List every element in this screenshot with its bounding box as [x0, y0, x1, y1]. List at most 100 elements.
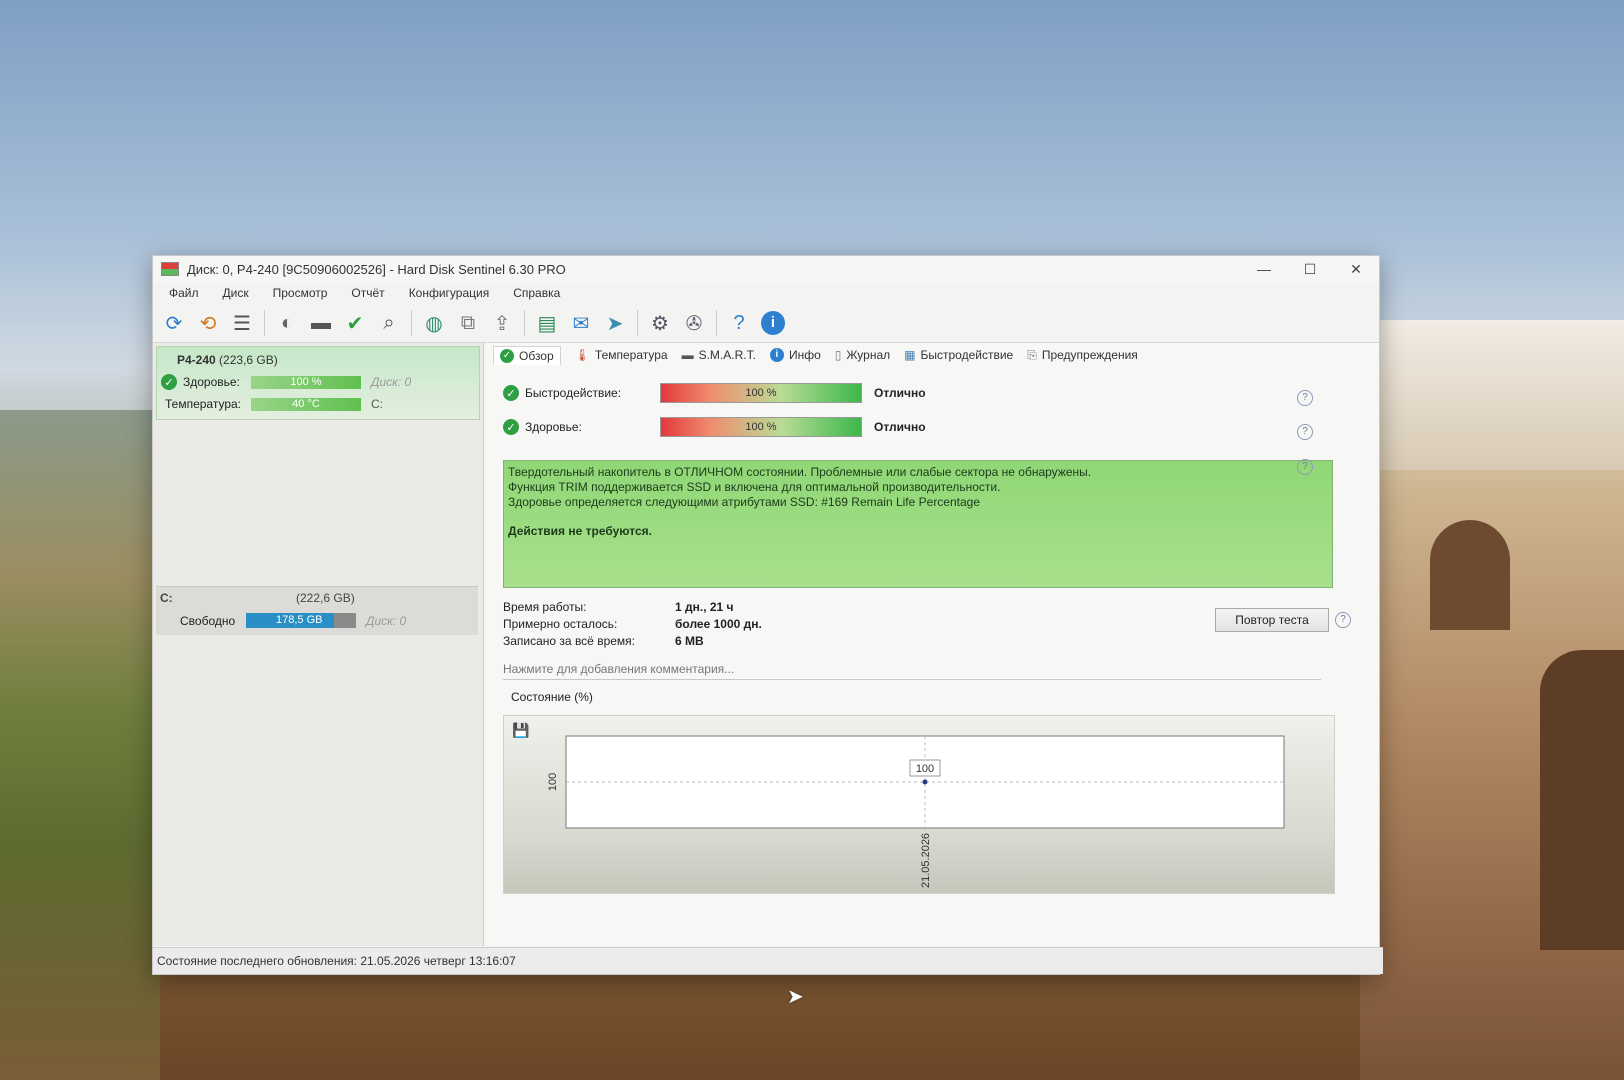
close-button[interactable]: ✕	[1333, 261, 1379, 278]
volume-header: C: (222,6 GB)	[160, 591, 355, 605]
status-line: Функция TRIM поддерживается SSD и включе…	[508, 480, 1001, 494]
disk-search-icon[interactable]: ⌕	[373, 307, 405, 339]
volume-free-row: Свободно 178,5 GB Диск: 0	[180, 613, 406, 628]
volume-free-label: Свободно	[180, 613, 236, 628]
comment-field[interactable]: Нажмите для добавления комментария...	[503, 659, 1321, 680]
tab-overview-label: Обзор	[519, 348, 554, 363]
check-icon: ✓	[500, 348, 514, 363]
performance-row: ✓ Быстродействие: 100 % Отлично	[503, 383, 926, 403]
data-point	[922, 779, 928, 785]
wallpaper-arch-large	[1540, 650, 1624, 950]
tab-temperature[interactable]: 🌡 Температура	[575, 348, 668, 362]
mouse-cursor-icon: ➤	[787, 986, 804, 1008]
tab-bar: ✓ Обзор 🌡 Температура ▬ S.M.A.R.T. i Инф…	[485, 343, 1379, 367]
uptime-value: 1 дн., 21 ч	[675, 599, 734, 614]
tab-performance[interactable]: ▦ Быстродействие	[904, 348, 1013, 362]
disk-health-label: Здоровье:	[183, 375, 240, 389]
toolbar-separator	[411, 310, 412, 336]
help-icon[interactable]: ?	[1335, 612, 1351, 628]
refresh-all-icon[interactable]: ⟲	[192, 307, 224, 339]
uptime-label: Время работы:	[503, 599, 587, 614]
menu-disk[interactable]: Диск	[211, 286, 261, 300]
tab-log[interactable]: ▯ Журнал	[835, 348, 890, 362]
retest-button[interactable]: Повтор теста	[1215, 608, 1329, 632]
title-bar[interactable]: Диск: 0, P4-240 [9C50906002526] - Hard D…	[153, 256, 1379, 282]
tab-warnings[interactable]: ⎘ Предупреждения	[1027, 348, 1138, 363]
chart-title: Состояние (%)	[511, 690, 593, 704]
globe-icon[interactable]: ◍	[418, 307, 450, 339]
help-icon[interactable]: ?	[1297, 390, 1313, 406]
app-icon	[161, 262, 179, 276]
menu-help[interactable]: Справка	[501, 286, 572, 300]
wallpaper-arch	[1430, 520, 1510, 630]
disk-temp-row: Температура: 40 °C C:	[165, 397, 383, 411]
help-icon[interactable]: ?	[1297, 424, 1313, 440]
menu-file[interactable]: Файл	[157, 286, 211, 300]
written-label: Записано за всё время:	[503, 633, 635, 648]
menu-configuration[interactable]: Конфигурация	[397, 286, 502, 300]
gear-icon[interactable]: ⚙	[644, 307, 676, 339]
menu-view[interactable]: Просмотр	[261, 286, 340, 300]
thermometer-icon: 🌡	[574, 348, 590, 362]
status-description: Твердотельный накопитель в ОТЛИЧНОМ сост…	[503, 460, 1333, 588]
performance-bar: 100 %	[660, 383, 862, 403]
health-chart-panel: 💾 100 100 21.05.2026	[503, 715, 1335, 894]
help-icon[interactable]: ?	[1297, 459, 1313, 475]
mail-icon[interactable]: ✉	[565, 307, 597, 339]
app-window: Диск: 0, P4-240 [9C50906002526] - Hard D…	[152, 255, 1383, 975]
volume-card[interactable]: C: (222,6 GB) Свободно 178,5 GB Диск: 0	[156, 586, 478, 635]
disk-list-panel: P4-240 (223,6 GB) ✓ Здоровье: 100 % Диск…	[153, 343, 484, 946]
help-icon[interactable]: ?	[723, 307, 755, 339]
wallpaper-hills	[0, 410, 160, 1080]
tab-performance-label: Быстродействие	[920, 348, 1014, 362]
settings-icon[interactable]: ✇	[678, 307, 710, 339]
tab-smart-label: S.M.A.R.T.	[698, 348, 756, 362]
disk-name: P4-240 (223,6 GB)	[177, 353, 278, 367]
volume-free-value: 178,5 GB	[276, 614, 323, 626]
details-panel: ✓ Обзор 🌡 Температура ▬ S.M.A.R.T. i Инф…	[485, 343, 1379, 946]
disk-temp-drive: C:	[371, 397, 383, 411]
minimize-button[interactable]: —	[1241, 261, 1287, 277]
disk-health-disk: Диск: 0	[371, 375, 412, 389]
health-bar: 100 %	[660, 417, 862, 437]
disk-health-bar: 100 %	[251, 375, 361, 389]
network-icon[interactable]: ⧉	[452, 307, 484, 339]
written-row: Записано за всё время: 6 MB	[503, 632, 762, 649]
remaining-label: Примерно осталось:	[503, 616, 618, 631]
disk-icon[interactable]: ◐	[271, 307, 303, 339]
maximize-button[interactable]: ☐	[1287, 261, 1333, 278]
refresh-icon[interactable]: ⟳	[158, 307, 190, 339]
health-label: Здоровье:	[525, 420, 582, 434]
written-value: 6 MB	[675, 633, 704, 648]
x-tick-label: 21.05.2026	[920, 833, 932, 888]
performance-grade: Отлично	[874, 386, 926, 400]
tab-temperature-label: Температура	[594, 348, 668, 362]
disk-card[interactable]: P4-240 (223,6 GB) ✓ Здоровье: 100 % Диск…	[156, 346, 480, 420]
disk-temp-bar: 40 °C	[251, 397, 361, 411]
disk-info-icon[interactable]: ▬	[305, 307, 337, 339]
status-line: Твердотельный накопитель в ОТЛИЧНОМ сост…	[508, 465, 1092, 479]
info-icon[interactable]: i	[757, 307, 789, 339]
disk-size: (223,6 GB)	[219, 353, 278, 367]
list-icon[interactable]: ☰	[226, 307, 258, 339]
toolbar: ⟳ ⟲ ☰ ◐ ▬ ✔ ⌕ ◍ ⧉ ⇪ ▤ ✉ ➤ ⚙ ✇ ? i	[153, 304, 1379, 343]
send-icon[interactable]: ➤	[599, 307, 631, 339]
tab-info-label: Инфо	[788, 348, 821, 362]
disk-temp-label: Температура:	[165, 397, 242, 411]
performance-icon: ▦	[904, 348, 916, 362]
tab-warnings-label: Предупреждения	[1041, 348, 1138, 362]
disk-check-icon[interactable]: ✔	[339, 307, 371, 339]
tab-overview[interactable]: ✓ Обзор	[493, 345, 561, 365]
volume-size: (222,6 GB)	[296, 591, 355, 605]
toolbar-separator	[524, 310, 525, 336]
menu-report[interactable]: Отчёт	[339, 286, 396, 300]
export-icon[interactable]: ⇪	[486, 307, 518, 339]
report-icon[interactable]: ▤	[531, 307, 563, 339]
tab-smart[interactable]: ▬ S.M.A.R.T.	[682, 348, 756, 362]
tab-info[interactable]: i Инфо	[769, 348, 821, 362]
data-label: 100	[916, 763, 934, 775]
y-tick-label: 100	[547, 773, 559, 791]
volume-disk: Диск: 0	[366, 613, 407, 628]
performance-label: Быстродействие:	[525, 386, 622, 400]
check-icon: ✓	[503, 419, 519, 435]
